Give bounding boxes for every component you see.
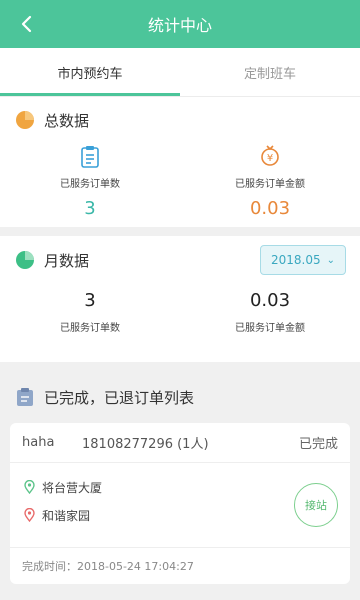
order-list-section: 已完成，已退订单列表 haha 18108277296 (1人) 已完成 将台营… [0,371,360,584]
clipboard-icon [80,143,100,169]
monthly-amount-value: 0.03 [249,290,291,311]
top-bar: 统计中心 [0,0,360,48]
total-stats: 已服务订单数 3 ¥ 已服务订单金额 0.03 [0,143,360,219]
pickup-button[interactable]: 接站 [294,483,338,527]
completed-time: 完成时间：2018-05-24 17:04:27 [22,560,194,573]
chevron-down-icon: ⌄ [326,254,335,266]
pie-chart-icon [14,249,36,271]
divider [0,362,360,371]
monthly-orders-value: 3 [84,290,96,311]
total-amount-stat: ¥ 已服务订单金额 0.03 [180,143,360,219]
month-picker-value: 2018.05 [270,253,321,267]
money-bag-icon: ¥ [259,143,281,169]
back-arrow-icon [21,15,32,33]
order-card-body: 将台营大厦 和谐家园 接站 [10,463,350,548]
order-card[interactable]: haha 18108277296 (1人) 已完成 将台营大厦 和谐家园 接站 … [10,423,350,584]
passenger-phone: 18108277296 (1人) [82,437,209,452]
app-root: 统计中心 市内预约车 定制班车 总数据 已服务订单数 3 ¥ 已服务订单金额 0… [0,0,360,600]
monthly-data-title: 月数据 [44,251,90,270]
total-orders-stat: 已服务订单数 3 [0,143,180,219]
monthly-orders-label: 已服务订单数 [60,323,120,334]
back-button[interactable] [10,8,42,40]
origin-row: 将台营大厦 [22,473,338,501]
destination-row: 和谐家园 [22,501,338,529]
total-amount-value: 0.03 [249,198,291,219]
tab-custom-shuttle[interactable]: 定制班车 [180,48,360,96]
total-data-title: 总数据 [44,111,90,130]
location-pin-icon [22,480,36,494]
order-card-header: haha 18108277296 (1人) 已完成 [10,423,350,463]
status-badge: 已完成 [298,437,338,452]
clipboard-icon [14,386,36,408]
monthly-amount-stat: 0.03 已服务订单金额 [180,290,360,334]
total-data-section: 总数据 已服务订单数 3 ¥ 已服务订单金额 0.03 [0,97,360,227]
svg-text:¥: ¥ [267,153,273,164]
order-list-header: 已完成，已退订单列表 [0,371,360,423]
origin-address: 将台营大厦 [42,480,103,495]
monthly-stats: 3 已服务订单数 0.03 已服务订单金额 [0,290,360,334]
pie-chart-icon [14,109,36,131]
monthly-amount-label: 已服务订单金额 [235,323,305,334]
monthly-data-section: 月数据 2018.05 ⌄ 3 已服务订单数 0.03 已服务订单金额 [0,236,360,362]
divider [0,227,360,236]
passenger-name: haha [22,435,55,450]
tab-bar: 市内预约车 定制班车 [0,48,360,97]
page-title: 统计中心 [147,16,212,35]
total-orders-label: 已服务订单数 [60,179,120,190]
month-picker[interactable]: 2018.05 ⌄ [260,245,346,275]
total-data-header: 总数据 [0,97,360,143]
destination-address: 和谐家园 [42,508,91,523]
monthly-data-header: 月数据 2018.05 ⌄ [0,236,360,284]
tab-city-reservation[interactable]: 市内预约车 [0,48,180,96]
location-pin-icon [22,508,36,522]
total-amount-label: 已服务订单金额 [235,179,305,190]
monthly-orders-stat: 3 已服务订单数 [0,290,180,334]
order-list-title: 已完成，已退订单列表 [44,388,195,407]
total-orders-value: 3 [84,198,96,219]
